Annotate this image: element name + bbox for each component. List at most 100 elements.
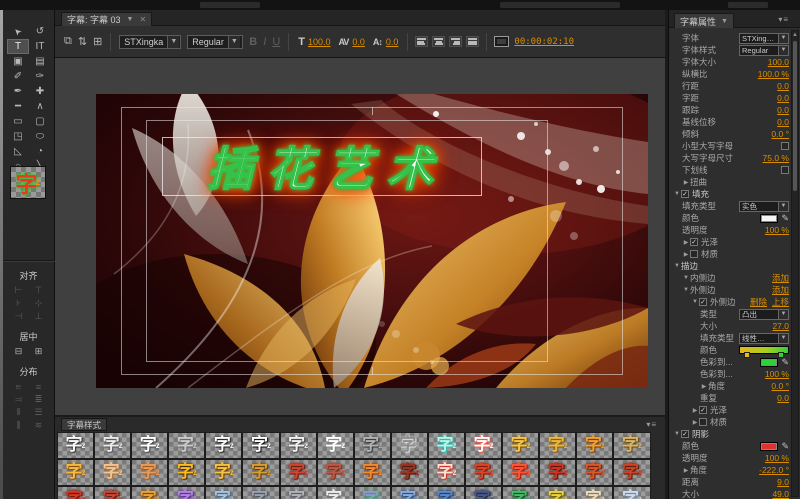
font-family-dropdown[interactable]: STXingka ▼ <box>119 34 182 49</box>
collapse-triangle-icon[interactable]: ▼ <box>673 263 681 269</box>
checkbox-下划线[interactable] <box>781 166 789 174</box>
collapse-triangle-icon[interactable]: ▼ <box>691 299 699 305</box>
expand-triangle-icon[interactable]: ▶ <box>691 419 699 426</box>
style-swatch[interactable]: 字z <box>539 432 577 459</box>
selection-tool[interactable]: ➤ <box>7 24 29 39</box>
collapse-triangle-icon[interactable]: ▼ <box>682 275 690 281</box>
hot-value-距离[interactable]: 9.0 <box>777 477 789 487</box>
hot-value-倾斜[interactable]: 0.0 ° <box>771 129 789 139</box>
style-swatch[interactable]: 字z <box>94 486 132 499</box>
style-swatch[interactable]: 字z <box>242 486 280 499</box>
hot-value-重复[interactable]: 0.0 <box>777 393 789 403</box>
templates-button[interactable]: ⊞ <box>93 35 102 48</box>
chevron-down-icon[interactable]: ▼ <box>127 16 134 23</box>
align-right-icon[interactable] <box>449 36 463 47</box>
vertical-path-type-tool[interactable]: ✑ <box>29 69 51 84</box>
panel-menu-icon[interactable]: ▾≡ <box>778 15 789 24</box>
style-swatch[interactable]: 字z <box>502 486 540 499</box>
title-styles-tab[interactable]: 字幕样式 <box>61 418 108 431</box>
checkbox-小型大写字母[interactable] <box>781 142 789 150</box>
delete-anchor-point-tool[interactable]: ━ <box>7 99 29 114</box>
expand-triangle-icon[interactable]: ▶ <box>682 251 690 258</box>
hot-value-字体大小[interactable]: 100.0 <box>768 57 789 67</box>
style-swatch[interactable]: 字z <box>353 486 391 499</box>
link-添加[interactable]: 添加 <box>772 285 789 295</box>
style-swatch[interactable]: 字z <box>613 486 651 499</box>
style-swatch[interactable]: 字z <box>131 486 169 499</box>
style-swatch[interactable]: 字z <box>279 459 317 486</box>
style-swatch[interactable]: 字z <box>502 432 540 459</box>
style-swatch[interactable]: 字z <box>353 432 391 459</box>
style-swatch[interactable]: 字z <box>205 459 243 486</box>
dropdown-字体[interactable]: STXing… ▼ <box>739 32 789 44</box>
clipped-corner-rectangle-tool[interactable]: ◳ <box>7 129 29 144</box>
area-type-tool[interactable]: ▣ <box>7 54 29 69</box>
path-type-tool[interactable]: ✐ <box>7 69 29 84</box>
kerning-control[interactable]: AV 0.0 <box>339 37 365 47</box>
collapse-triangle-icon[interactable]: ▼ <box>673 191 681 197</box>
current-style-preview[interactable]: 字z <box>10 166 46 199</box>
style-swatch[interactable]: 字z <box>465 459 503 486</box>
link-上移[interactable]: 上移 <box>772 297 789 307</box>
hot-value-行距[interactable]: 0.0 <box>777 81 789 91</box>
wedge-tool[interactable]: ◺ <box>7 144 29 159</box>
style-swatch[interactable]: 字z <box>242 432 280 459</box>
style-swatch[interactable]: 字z <box>427 486 466 499</box>
hot-value-角度[interactable]: 0.0 ° <box>771 381 789 391</box>
checkbox-材质[interactable] <box>699 418 707 426</box>
style-swatch[interactable]: 字z <box>57 432 95 459</box>
color-swatch-色彩到...[interactable] <box>760 357 779 367</box>
checkbox-光泽[interactable]: ✓ <box>690 238 698 246</box>
style-swatch[interactable]: 字z <box>316 486 354 499</box>
style-swatch[interactable]: 字z <box>279 486 317 499</box>
style-swatch[interactable]: 字z <box>390 459 428 486</box>
style-swatch[interactable]: 字z <box>94 459 132 486</box>
style-swatch[interactable]: 字z <box>131 459 169 486</box>
style-swatch[interactable]: 字z <box>613 459 651 486</box>
font-size-control[interactable]: T 100.0 <box>298 36 330 48</box>
hot-value-角度[interactable]: -222.0 ° <box>759 465 789 475</box>
hot-value-大写字母尺寸[interactable]: 75.0 % <box>763 153 789 163</box>
checkbox-外侧边[interactable]: ✓ <box>699 298 707 306</box>
expand-triangle-icon[interactable]: ▶ <box>682 467 690 474</box>
collapse-triangle-icon[interactable]: ▼ <box>682 287 690 293</box>
eyedropper-icon[interactable]: ✎ <box>781 213 789 224</box>
style-swatch[interactable]: 字z <box>465 486 503 499</box>
font-size-value[interactable]: 100.0 <box>308 37 331 47</box>
style-swatch[interactable]: 字z <box>539 486 577 499</box>
style-swatch[interactable]: 字z <box>427 459 466 486</box>
hot-value-基线位移[interactable]: 0.0 <box>777 117 789 127</box>
hot-value-字距[interactable]: 0.0 <box>777 93 789 103</box>
checkbox-光泽[interactable]: ✓ <box>699 406 707 414</box>
dropdown-字体样式[interactable]: Regular ▼ <box>739 44 789 56</box>
link-删除[interactable]: 删除 <box>750 297 767 307</box>
leading-control[interactable]: A↕ 0.0 <box>373 37 399 47</box>
properties-scrollbar[interactable]: ▲ <box>791 30 799 497</box>
hot-value-透明度[interactable]: 100 % <box>765 225 789 235</box>
font-style-dropdown[interactable]: Regular ▼ <box>187 34 244 49</box>
dropdown-填充类型[interactable]: 线性… ▼ <box>739 332 789 344</box>
hot-value-跟踪[interactable]: 0.0 <box>777 105 789 115</box>
style-swatch[interactable]: 字z <box>502 459 540 486</box>
expand-triangle-icon[interactable]: ▶ <box>682 179 690 186</box>
style-swatch[interactable]: 字z <box>94 432 132 459</box>
hot-value-大小[interactable]: 27.0 <box>772 321 789 331</box>
style-swatch[interactable]: 字z <box>613 432 651 459</box>
panel-menu-icon[interactable]: ▾≡ <box>646 420 657 429</box>
align-center-icon[interactable] <box>432 36 446 47</box>
eyedropper-icon[interactable]: ✎ <box>781 357 789 368</box>
checkbox-填充[interactable]: ✓ <box>681 190 689 198</box>
video-frame[interactable]: 插花艺术 <box>96 94 648 388</box>
vertical-area-type-tool[interactable]: ▤ <box>29 54 51 69</box>
style-swatch[interactable]: 字z <box>353 459 391 486</box>
tab-stops-icon[interactable] <box>466 36 480 47</box>
arc-tool[interactable]: ◔ <box>29 144 51 159</box>
center-vertical-icon[interactable]: ⊞ <box>29 345 49 358</box>
roll-crawl-options-button[interactable]: ⇅ <box>78 35 87 48</box>
pen-tool[interactable]: ✒ <box>7 84 29 99</box>
dropdown-类型[interactable]: 凸出 ▼ <box>739 308 789 320</box>
style-swatch[interactable]: 字z <box>576 432 614 459</box>
kerning-value[interactable]: 0.0 <box>352 37 365 47</box>
style-swatch[interactable]: 字z <box>427 432 466 459</box>
close-icon[interactable]: ✕ <box>139 15 146 24</box>
